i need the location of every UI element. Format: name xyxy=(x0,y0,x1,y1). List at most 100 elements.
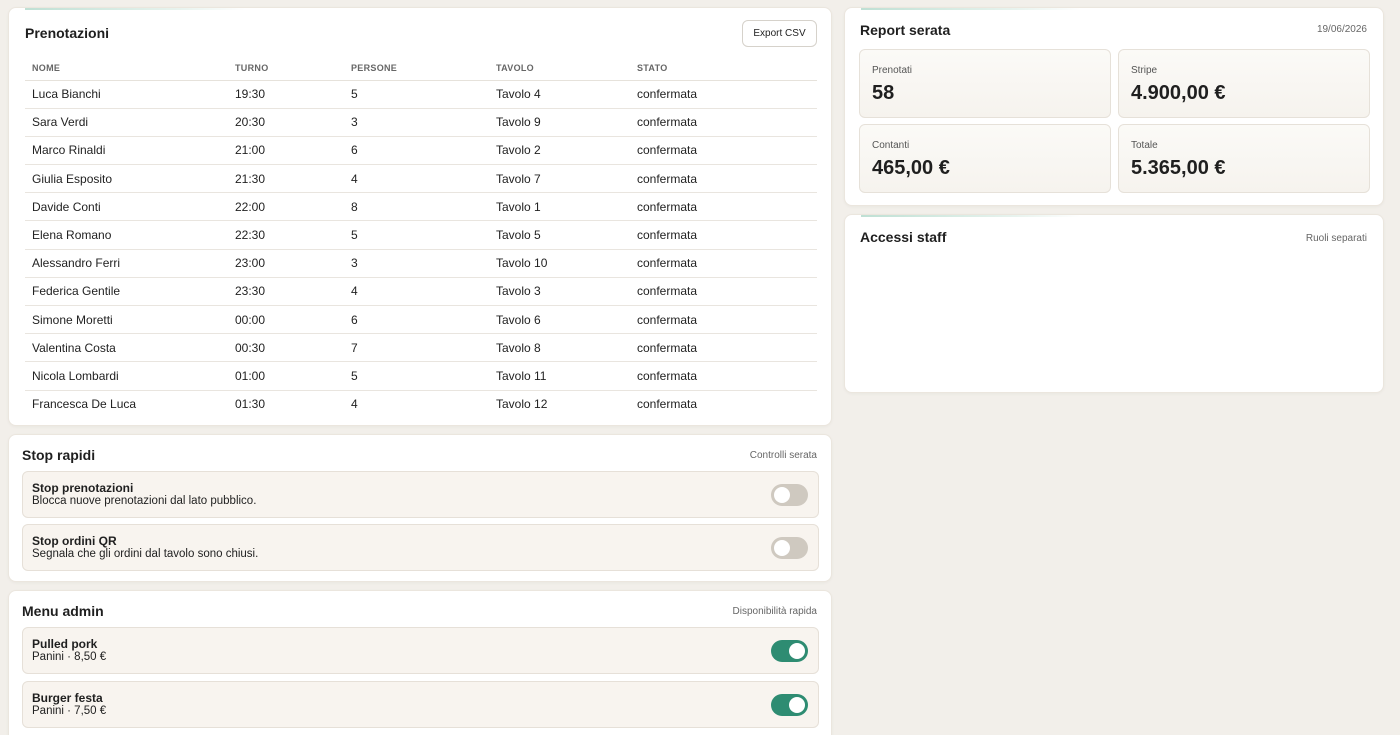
cell-nome: Elena Romano xyxy=(25,220,228,250)
staff-access-card: Accessi staff Ruoli separati xyxy=(844,214,1384,393)
table-row[interactable]: Simone Moretti 00:00 6 Tavolo 6 conferma… xyxy=(25,305,817,335)
toggle-knob xyxy=(789,643,805,659)
cell-turno: 21:00 xyxy=(228,136,344,166)
cell-stato: confermata xyxy=(630,164,817,194)
menu-admin-note: Disponibilità rapida xyxy=(732,606,818,617)
reservations-card: Prenotazioni Export CSV NOME TURNO PERSO… xyxy=(8,7,832,426)
toggle-knob xyxy=(774,487,790,503)
option-title: Stop ordini QR xyxy=(32,534,117,548)
table-row[interactable]: Elena Romano 22:30 5 Tavolo 5 confermata xyxy=(25,220,817,250)
stat-label: Contanti xyxy=(872,140,910,151)
cell-stato: confermata xyxy=(630,80,817,109)
table-row[interactable]: Davide Conti 22:00 8 Tavolo 1 confermata xyxy=(25,192,817,222)
cell-persone: 4 xyxy=(351,397,358,412)
menu-admin-title: Menu admin xyxy=(22,603,104,619)
reservations-title: Prenotazioni xyxy=(25,25,110,41)
stop-qr-orders-option: Stop ordini QR Segnala che gli ordini da… xyxy=(22,524,819,571)
column-header-nome[interactable]: NOME xyxy=(25,56,228,81)
cell-tavolo: Tavolo 1 xyxy=(489,192,630,222)
stat-value: 4.900,00 € xyxy=(1131,82,1226,104)
pulled-pork-availability-toggle[interactable] xyxy=(771,640,808,662)
cell-turno: 00:30 xyxy=(228,333,344,363)
table-row[interactable]: Luca Bianchi 19:30 5 Tavolo 4 confermata xyxy=(25,80,817,109)
cell-turno: 20:30 xyxy=(228,108,344,137)
cell-persone: 5 xyxy=(344,80,489,109)
quick-stops-title: Stop rapidi xyxy=(22,447,96,463)
stat-card-stripe: Stripe 4.900,00 € xyxy=(1118,49,1370,118)
stat-value: 58 xyxy=(872,82,895,104)
cell-tavolo: Tavolo 3 xyxy=(489,277,630,307)
evening-report-card: Report serata 19/06/2026 Prenotati 58 St… xyxy=(844,7,1384,206)
cell-turno: 22:00 xyxy=(228,192,344,222)
stat-value: 5.365,00 € xyxy=(1131,157,1226,179)
cell-persone: 6 xyxy=(344,305,489,335)
stat-value: 465,00 € xyxy=(872,157,950,179)
cell-turno: 21:30 xyxy=(228,164,344,194)
quick-stops-note: Controlli serata xyxy=(749,450,817,461)
cell-tavolo: Tavolo 9 xyxy=(489,108,630,137)
menu-item-title: Pulled pork xyxy=(32,637,98,651)
option-description: Segnala che gli ordini dal tavolo sono c… xyxy=(32,548,259,560)
cell-nome: Davide Conti xyxy=(25,192,228,222)
cell-stato: confermata xyxy=(637,397,698,412)
cell-turno: 23:30 xyxy=(228,277,344,307)
table-row[interactable]: Marco Rinaldi 21:00 6 Tavolo 2 confermat… xyxy=(25,136,817,166)
option-title: Stop prenotazioni xyxy=(32,481,134,495)
cell-turno: 00:00 xyxy=(228,305,344,335)
menu-item-description: Panini · 7,50 € xyxy=(32,705,107,717)
cell-persone: 8 xyxy=(344,192,489,222)
cell-persone: 5 xyxy=(344,220,489,250)
card-accent-line xyxy=(25,8,245,10)
stat-label: Stripe xyxy=(1131,65,1158,76)
cell-nome: Nicola Lombardi xyxy=(25,361,228,391)
stop-qr-orders-toggle[interactable] xyxy=(771,537,808,559)
column-header-persone[interactable]: PERSONE xyxy=(344,56,489,81)
card-accent-line xyxy=(861,8,1081,10)
cell-tavolo: Tavolo 7 xyxy=(489,164,630,194)
cell-stato: confermata xyxy=(630,192,817,222)
cell-nome: Simone Moretti xyxy=(25,305,228,335)
burger-festa-availability-toggle[interactable] xyxy=(771,694,808,716)
reservations-table: NOME TURNO PERSONE TAVOLO STATO Luca Bia… xyxy=(25,56,817,418)
table-header-row: NOME TURNO PERSONE TAVOLO STATO xyxy=(25,56,817,81)
cell-nome: Alessandro Ferri xyxy=(25,249,228,278)
cell-nome: Marco Rinaldi xyxy=(25,136,228,166)
cell-persone: 3 xyxy=(344,249,489,278)
cell-persone: 3 xyxy=(344,108,489,137)
cell-tavolo: Tavolo 4 xyxy=(489,80,630,109)
menu-item-burger-festa: Burger festa Panini · 7,50 € xyxy=(22,681,819,728)
table-row[interactable]: Nicola Lombardi 01:00 5 Tavolo 11 confer… xyxy=(25,361,817,391)
cell-stato: confermata xyxy=(630,277,817,307)
staff-access-note: Ruoli separati xyxy=(1305,233,1367,244)
stop-reservations-option: Stop prenotazioni Blocca nuove prenotazi… xyxy=(22,471,819,518)
cell-stato: confermata xyxy=(630,333,817,363)
cell-nome: Valentina Costa xyxy=(25,333,228,363)
column-header-turno[interactable]: TURNO xyxy=(228,56,344,81)
table-row[interactable]: Alessandro Ferri 23:00 3 Tavolo 10 confe… xyxy=(25,249,817,278)
export-csv-button[interactable]: Export CSV xyxy=(742,20,817,47)
table-row[interactable]: Francesca De Luca 01:30 4 Tavolo 12 conf… xyxy=(25,390,817,418)
cell-turno: 01:30 xyxy=(235,397,266,412)
cell-stato: confermata xyxy=(630,220,817,250)
table-row[interactable]: Giulia Esposito 21:30 4 Tavolo 7 conferm… xyxy=(25,164,817,194)
cell-persone: 4 xyxy=(344,277,489,307)
stat-card-booked: Prenotati 58 xyxy=(859,49,1111,118)
card-accent-line xyxy=(861,215,1081,217)
cell-persone: 7 xyxy=(344,333,489,363)
cell-turno: 19:30 xyxy=(228,80,344,109)
menu-item-description: Panini · 8,50 € xyxy=(32,651,107,663)
cell-tavolo: Tavolo 5 xyxy=(489,220,630,250)
table-row[interactable]: Federica Gentile 23:30 4 Tavolo 3 confer… xyxy=(25,277,817,307)
cell-tavolo: Tavolo 11 xyxy=(489,361,630,391)
cell-stato: confermata xyxy=(630,249,817,278)
column-header-tavolo[interactable]: TAVOLO xyxy=(489,56,630,81)
cell-persone: 5 xyxy=(344,361,489,391)
stat-card-total: Totale 5.365,00 € xyxy=(1118,124,1370,193)
cell-turno: 22:30 xyxy=(228,220,344,250)
table-row[interactable]: Sara Verdi 20:30 3 Tavolo 9 confermata xyxy=(25,108,817,137)
report-date: 19/06/2026 xyxy=(1316,24,1367,35)
column-header-stato[interactable]: STATO xyxy=(630,56,817,81)
cell-tavolo: Tavolo 6 xyxy=(489,305,630,335)
stop-reservations-toggle[interactable] xyxy=(771,484,808,506)
table-row[interactable]: Valentina Costa 00:30 7 Tavolo 8 conferm… xyxy=(25,333,817,363)
